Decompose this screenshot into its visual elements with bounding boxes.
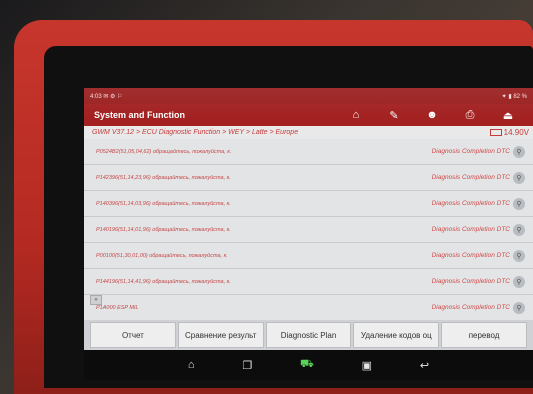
voltage-value: 14.90V — [503, 128, 529, 137]
dtc-code: P140196(51,14,01,96) обращайтесь, пожалу… — [96, 226, 231, 233]
dtc-list: P0524B2(51,05,04,62) обращайтесь, пожалу… — [84, 139, 533, 321]
dtc-row[interactable]: P0524B2(51,05,04,62) обращайтесь, пожалу… — [84, 139, 533, 165]
search-icon[interactable]: ⚲ — [513, 275, 525, 288]
dtc-code: P00100(51,30,01,00) обращайтесь, пожалуй… — [96, 252, 228, 259]
back-icon[interactable]: ↩ — [420, 359, 429, 372]
breadcrumb-bar: GWM V37.12 > ECU Diagnostic Function > W… — [84, 126, 533, 139]
dtc-row[interactable]: P1A000 ESP MIL Diagnosis Completion DTC ⚲ — [84, 295, 533, 321]
collapse-icon[interactable]: » — [90, 295, 102, 305]
search-icon[interactable]: ⚲ — [513, 223, 525, 236]
exit-icon[interactable]: ⏏ — [489, 104, 527, 126]
dtc-code: P1A000 ESP MIL — [96, 304, 139, 311]
search-icon[interactable]: ⚲ — [513, 197, 525, 210]
compare-results-button[interactable]: Сравнение результ — [177, 322, 264, 348]
action-bar: Отчет Сравнение результ Diagnostic Plan Уда… — [84, 320, 533, 350]
diagnostic-plan-button[interactable]: Diagnostic Plan — [265, 322, 352, 348]
dtc-code: P142396(51,14,23,96) обращайтесь, пожалу… — [96, 174, 231, 181]
search-icon[interactable]: ⚲ — [513, 301, 525, 314]
screenshot-icon[interactable]: ▣ — [362, 359, 372, 372]
dtc-row[interactable]: P140196(51,14,01,96) обращайтесь, пожалу… — [84, 217, 533, 243]
dtc-status-cell: Diagnosis Completion DTC ⚲ — [431, 275, 525, 288]
dtc-status: Diagnosis Completion DTC — [431, 251, 510, 259]
dtc-status-cell: Diagnosis Completion DTC ⚲ — [431, 171, 525, 184]
title-bar: System and Function ⌂ ✎ ☻ ⎙ ⏏ — [84, 104, 533, 126]
dtc-status: Diagnosis Completion DTC — [431, 173, 510, 181]
screen: 4:03 ✉ ⚙ ⚐ ✦ ▮ 82 % System and Function … — [84, 88, 533, 380]
dtc-row[interactable]: P144196(51,14,41,96) обращайтесь, пожалу… — [84, 269, 533, 295]
search-icon[interactable]: ⚲ — [513, 171, 525, 184]
clear-codes-button[interactable]: Удаление кодов оц — [353, 322, 440, 348]
dtc-code: P0524B2(51,05,04,62) обращайтесь, пожалу… — [96, 148, 232, 155]
recents-icon[interactable]: ❐ — [242, 359, 252, 372]
dtc-status: Diagnosis Completion DTC — [431, 303, 510, 311]
translate-button[interactable]: перевод — [441, 322, 527, 348]
dtc-code: P140396(51,14,03,96) обращайтесь, пожалу… — [96, 200, 231, 207]
voltage-indicator: 14.90V — [489, 128, 529, 137]
breadcrumb: GWM V37.12 > ECU Diagnostic Function > W… — [92, 129, 299, 136]
dtc-status-cell: Diagnosis Completion DTC ⚲ — [431, 223, 525, 236]
android-nav-bar: ⌂ ❐ ⛟ ▣ ↩ — [84, 350, 533, 380]
status-bar: 4:03 ✉ ⚙ ⚐ ✦ ▮ 82 % — [84, 88, 533, 104]
report-button[interactable]: Отчет — [90, 322, 176, 348]
user-icon[interactable]: ☻ — [413, 104, 451, 126]
dtc-status: Diagnosis Completion DTC — [431, 199, 510, 207]
dtc-status-cell: Diagnosis Completion DTC ⚲ — [431, 301, 525, 314]
home-icon[interactable]: ⌂ — [337, 104, 375, 126]
status-left: 4:03 ✉ ⚙ ⚐ — [90, 93, 123, 100]
toolbar: ⌂ ✎ ☻ ⎙ ⏏ — [337, 104, 527, 126]
dtc-code: P144196(51,14,41,96) обращайтесь, пожалу… — [96, 278, 231, 285]
dtc-status: Diagnosis Completion DTC — [431, 147, 510, 155]
report-icon[interactable]: ✎ — [375, 104, 413, 126]
print-icon[interactable]: ⎙ — [451, 104, 489, 126]
page-title: System and Function — [94, 110, 186, 120]
dtc-status: Diagnosis Completion DTC — [431, 277, 510, 285]
battery-icon — [489, 129, 502, 136]
dtc-row[interactable]: P00100(51,30,01,00) обращайтесь, пожалуй… — [84, 243, 533, 269]
dtc-row[interactable]: P140396(51,14,03,96) обращайтесь, пожалу… — [84, 191, 533, 217]
search-icon[interactable]: ⚲ — [513, 145, 525, 158]
dtc-status-cell: Diagnosis Completion DTC ⚲ — [431, 249, 525, 262]
home-nav-icon[interactable]: ⌂ — [188, 359, 195, 371]
status-right: ✦ ▮ 82 % — [501, 93, 527, 100]
dtc-status-cell: Diagnosis Completion DTC ⚲ — [431, 145, 525, 158]
dtc-status-cell: Diagnosis Completion DTC ⚲ — [431, 197, 525, 210]
dtc-status: Diagnosis Completion DTC — [431, 225, 510, 233]
vci-icon[interactable]: ⛟ — [300, 358, 314, 372]
search-icon[interactable]: ⚲ — [513, 249, 525, 262]
dtc-row[interactable]: P142396(51,14,23,96) обращайтесь, пожалу… — [84, 165, 533, 191]
